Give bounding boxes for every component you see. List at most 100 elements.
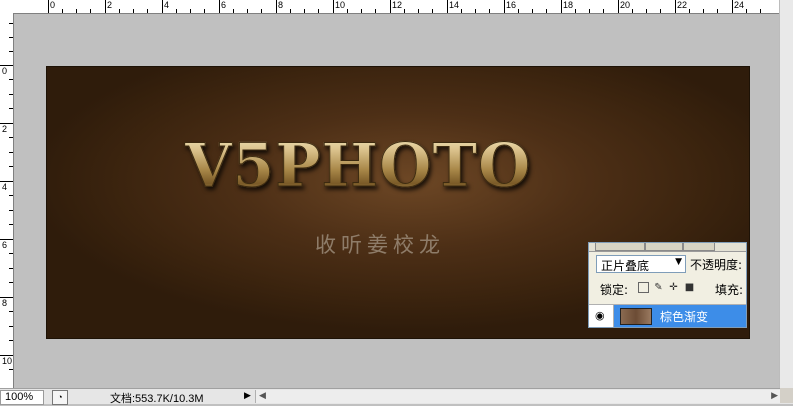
ruler-minor-tick	[603, 9, 604, 13]
ruler-tick	[48, 0, 49, 13]
vertical-scrollbar[interactable]	[779, 0, 793, 388]
ruler-minor-tick	[9, 340, 13, 341]
layer-thumbnail	[620, 308, 652, 325]
ruler-tick	[162, 0, 163, 13]
ruler-minor-tick	[9, 108, 13, 109]
ruler-minor-tick	[9, 326, 13, 327]
ruler-minor-tick	[489, 9, 490, 13]
ruler-label: 14	[449, 0, 460, 10]
ruler-label: 24	[734, 0, 745, 10]
scrollbar-corner	[780, 388, 793, 403]
ruler-label: 18	[563, 0, 574, 10]
ruler-tick	[618, 0, 619, 13]
blend-mode-value: 正片叠底	[601, 259, 650, 273]
ruler-minor-tick	[90, 9, 91, 13]
ruler-minor-tick	[261, 9, 262, 13]
ruler-label: 6	[2, 240, 8, 250]
tab-paths[interactable]	[683, 243, 715, 251]
ruler-tick	[219, 0, 220, 13]
ruler-tick	[276, 0, 277, 13]
ruler-minor-tick	[290, 9, 291, 13]
ruler-minor-tick	[9, 94, 13, 95]
lock-transparency-icon[interactable]	[638, 282, 649, 293]
ruler-label: 10	[2, 356, 13, 366]
lock-all-icon[interactable]: ■	[684, 282, 695, 293]
ruler-minor-tick	[546, 9, 547, 13]
ruler-minor-tick	[9, 224, 13, 225]
opacity-label: 不透明度:	[690, 258, 743, 272]
status-bar: 100% ◔ 文档:553.7K/10.3M ▶ ◀ ▶	[0, 388, 793, 405]
ruler-minor-tick	[318, 9, 319, 13]
ruler-minor-tick	[9, 210, 13, 211]
layers-panel[interactable]: 正片叠底 ▼ 不透明度: 锁定: ✎ ✛ ■ 填充: ◉ 棕色渐变	[588, 242, 747, 328]
ruler-tick	[447, 0, 448, 13]
ruler-label: 4	[2, 182, 8, 192]
ruler-tick	[105, 0, 106, 13]
ruler-label: 0	[50, 0, 56, 10]
zoom-value: 100%	[5, 391, 34, 403]
lock-row: 锁定: ✎ ✛ ■ 填充:	[589, 279, 746, 299]
ruler-minor-tick	[703, 9, 704, 13]
ruler-minor-tick	[76, 9, 77, 13]
ruler-minor-tick	[9, 23, 13, 24]
ruler-tick	[333, 0, 334, 13]
ruler-label: 22	[677, 0, 688, 10]
ruler-minor-tick	[176, 9, 177, 13]
ruler-tick	[675, 0, 676, 13]
document-info: 文档:553.7K/10.3M	[110, 393, 204, 405]
ruler-label: 12	[392, 0, 403, 10]
ruler-label: 20	[620, 0, 631, 10]
status-menu-arrow-icon[interactable]: ▶	[244, 390, 251, 401]
ruler-minor-tick	[375, 9, 376, 13]
ruler-minor-tick	[689, 9, 690, 13]
ruler-minor-tick	[119, 9, 120, 13]
subtitle-text-layer: 收听姜校龙	[315, 233, 445, 257]
ruler-minor-tick	[575, 9, 576, 13]
chevron-down-icon: ▼	[675, 257, 682, 267]
ruler-minor-tick	[204, 9, 205, 13]
ruler-minor-tick	[646, 9, 647, 13]
ruler-label: 2	[107, 0, 113, 10]
scroll-right-icon[interactable]: ▶	[771, 390, 778, 401]
ruler-label: 0	[2, 66, 8, 76]
panel-tab-strip	[589, 243, 746, 252]
scroll-left-icon[interactable]: ◀	[259, 390, 266, 401]
ruler-label: 8	[2, 298, 8, 308]
ruler-minor-tick	[518, 9, 519, 13]
ruler-tick	[390, 0, 391, 13]
visibility-toggle[interactable]: ◉	[589, 305, 614, 327]
blend-mode-select[interactable]: 正片叠底 ▼	[596, 255, 686, 273]
ruler-minor-tick	[404, 9, 405, 13]
lock-label: 锁定:	[600, 283, 629, 297]
ruler-minor-tick	[461, 9, 462, 13]
tab-layers[interactable]	[595, 243, 645, 251]
layer-selected[interactable]: 棕色渐变	[614, 305, 746, 327]
tab-channels[interactable]	[645, 243, 683, 251]
vertical-ruler[interactable]: 0 2 4 6 8 10	[0, 13, 14, 388]
ruler-minor-tick	[62, 9, 63, 13]
ruler-minor-tick	[9, 311, 13, 312]
ruler-minor-tick	[418, 9, 419, 13]
brush-lock-icon[interactable]: ✎	[653, 282, 664, 293]
ruler-minor-tick	[432, 9, 433, 13]
ruler-minor-tick	[304, 9, 305, 13]
horizontal-scrollbar[interactable]: ◀ ▶	[255, 390, 781, 403]
ruler-minor-tick	[9, 137, 13, 138]
ruler-minor-tick	[9, 166, 13, 167]
ruler-label: 10	[335, 0, 346, 10]
ruler-tick	[561, 0, 562, 13]
horizontal-ruler[interactable]: 0 2 4 6 8 10 12 14 16 18 20 22 24	[0, 0, 780, 14]
ruler-minor-tick	[589, 9, 590, 13]
ruler-minor-tick	[190, 9, 191, 13]
ruler-label: 4	[164, 0, 170, 10]
ruler-minor-tick	[660, 9, 661, 13]
ruler-minor-tick	[9, 195, 13, 196]
ruler-minor-tick	[9, 37, 13, 38]
move-lock-icon[interactable]: ✛	[668, 282, 679, 293]
layer-row[interactable]: ◉ 棕色渐变	[589, 304, 746, 327]
ruler-minor-tick	[760, 9, 761, 13]
ruler-minor-tick	[9, 268, 13, 269]
ruler-minor-tick	[347, 9, 348, 13]
ruler-minor-tick	[746, 9, 747, 13]
ruler-minor-tick	[632, 9, 633, 13]
